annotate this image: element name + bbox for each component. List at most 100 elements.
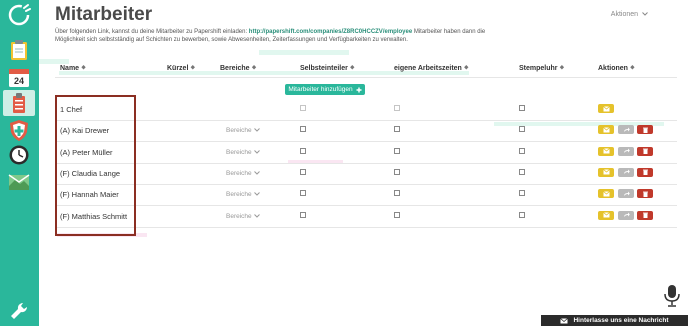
share-arrow-icon (623, 169, 630, 175)
invite-button[interactable] (598, 167, 614, 177)
envelope-icon (602, 169, 610, 175)
transfer-button[interactable] (618, 167, 634, 177)
column-header-aktionen-label: Aktionen (598, 65, 628, 72)
bereiche-dropdown-label: Bereiche (226, 127, 252, 135)
column-header-name[interactable]: Name ⯁ (60, 65, 86, 73)
column-header-bereiche-label: Bereiche (220, 65, 250, 72)
actions-dropdown[interactable]: Aktionen (611, 11, 648, 18)
selbsteinteiler-checkbox[interactable] (300, 190, 306, 197)
chevron-down-icon (253, 128, 260, 133)
share-arrow-icon (623, 191, 630, 196)
trash-icon (642, 169, 648, 176)
column-header-stempeluhr[interactable]: Stempeluhr ⯁ (519, 65, 564, 73)
envelope-icon (602, 212, 610, 218)
add-employee-button[interactable]: Mitarbeiter hinzufügen (285, 84, 365, 95)
bereiche-dropdown-label: Bereiche (226, 169, 252, 177)
plus-icon (356, 87, 362, 92)
column-header-kuerzel[interactable]: Kürzel ⯁ (167, 65, 195, 73)
actions-dropdown-label: Aktionen (610, 11, 639, 18)
bereiche-dropdown[interactable]: Bereiche (226, 170, 260, 177)
column-header-arbeitszeiten[interactable]: eigene Arbeitszeiten ⯁ (394, 65, 469, 73)
bereiche-dropdown[interactable]: Bereiche (226, 191, 260, 198)
trash-icon (642, 148, 648, 155)
table-row: (A) Kai Drewer Bereiche (39, 121, 688, 142)
invite-button[interactable] (598, 146, 614, 156)
selbsteinteiler-checkbox[interactable] (300, 105, 306, 111)
transfer-button[interactable] (618, 125, 634, 135)
stempeluhr-checkbox[interactable] (519, 105, 525, 111)
invite-button[interactable] (598, 104, 614, 113)
sort-icon: ⯁ (349, 66, 355, 72)
invite-button[interactable] (598, 189, 614, 199)
bereiche-dropdown[interactable]: Bereiche (226, 127, 260, 134)
share-arrow-icon (623, 212, 630, 217)
arbeitszeiten-checkbox[interactable] (394, 211, 400, 218)
stempeluhr-checkbox[interactable] (519, 147, 525, 154)
invite-button[interactable] (598, 125, 614, 135)
shield-icon[interactable] (6, 117, 32, 143)
stempeluhr-checkbox[interactable] (519, 211, 525, 218)
column-header-bereiche[interactable]: Bereiche ⯁ (220, 65, 256, 73)
stempeluhr-checkbox[interactable] (519, 168, 525, 175)
arbeitszeiten-checkbox[interactable] (394, 105, 400, 111)
settings-wrench-icon[interactable] (6, 298, 32, 324)
stempeluhr-checkbox[interactable] (519, 190, 525, 197)
delete-button[interactable] (637, 125, 653, 135)
trash-icon (642, 191, 648, 197)
message-icon[interactable] (6, 169, 32, 195)
microphone-icon[interactable] (661, 284, 683, 308)
column-header-selbsteinteiler[interactable]: Selbsteinteiler ⯁ (300, 65, 355, 73)
selbsteinteiler-checkbox[interactable] (300, 126, 306, 133)
column-header-arbeitszeiten-label: eigene Arbeitszeiten (394, 65, 462, 72)
main-content: Mitarbeiter Aktionen Über folgenden Link… (39, 0, 688, 326)
column-header-aktionen: Aktionen ⯁ (598, 65, 635, 73)
calendar-icon[interactable]: 24 (6, 64, 32, 90)
svg-text:24: 24 (14, 76, 24, 86)
table-row: (F) Matthias Schmitt Bereiche (39, 207, 688, 228)
table-row: (F) Claudia Lange Bereiche (39, 164, 688, 185)
arbeitszeiten-checkbox[interactable] (394, 126, 400, 133)
envelope-icon (602, 105, 610, 111)
chevron-down-icon (253, 171, 260, 175)
delete-button[interactable] (637, 167, 653, 177)
selbsteinteiler-checkbox[interactable] (300, 211, 306, 218)
bereiche-dropdown[interactable]: Bereiche (226, 149, 260, 156)
clipboard-icon[interactable] (6, 37, 32, 63)
share-arrow-icon (623, 127, 630, 132)
stempeluhr-checkbox[interactable] (519, 126, 525, 133)
sort-icon: ⯁ (81, 66, 86, 72)
arbeitszeiten-checkbox[interactable] (394, 147, 400, 154)
invite-button[interactable] (598, 210, 614, 220)
invite-link[interactable]: http://papershift.com/companies/Z8RC0HCC… (249, 29, 412, 35)
share-arrow-icon (623, 148, 630, 154)
chat-widget-bar[interactable]: Hinterlasse uns eine Nachricht (541, 315, 688, 326)
transfer-button[interactable] (618, 210, 634, 220)
column-header-stempeluhr-label: Stempeluhr (519, 65, 558, 72)
envelope-icon (602, 126, 610, 133)
highlight-artifact (259, 50, 349, 55)
delete-button[interactable] (637, 210, 653, 220)
selbsteinteiler-checkbox[interactable] (300, 147, 306, 154)
trash-icon (642, 212, 648, 218)
bereiche-dropdown-label: Bereiche (226, 212, 252, 220)
employees-icon[interactable] (3, 90, 35, 116)
transfer-button[interactable] (618, 146, 634, 156)
clock-icon[interactable] (6, 142, 32, 168)
selbsteinteiler-checkbox[interactable] (300, 168, 306, 175)
highlight-box (55, 95, 136, 236)
bereiche-dropdown[interactable]: Bereiche (226, 213, 260, 220)
sort-icon: ⯁ (463, 66, 469, 72)
sort-icon: ⯁ (251, 66, 257, 72)
delete-button[interactable] (637, 146, 653, 156)
transfer-button[interactable] (618, 189, 634, 199)
papershift-logo-icon[interactable] (6, 2, 32, 28)
arbeitszeiten-checkbox[interactable] (394, 190, 400, 197)
delete-button[interactable] (637, 189, 653, 199)
envelope-icon (602, 148, 610, 154)
highlight-artifact (39, 59, 69, 64)
arbeitszeiten-checkbox[interactable] (394, 168, 400, 175)
column-header-selbsteinteiler-label: Selbsteinteiler (300, 65, 348, 72)
chevron-down-icon (253, 149, 260, 154)
sidebar: 24 (0, 0, 39, 326)
table-row: 1 Chef (39, 100, 688, 121)
